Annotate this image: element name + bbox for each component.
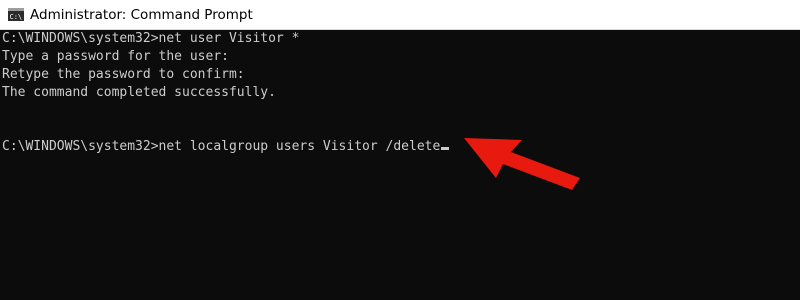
console-command-text: C:\WINDOWS\system32>net localgroup users… — [2, 139, 441, 154]
title-bar[interactable]: C:\ Administrator: Command Prompt — [0, 0, 800, 30]
text-cursor — [441, 147, 450, 150]
svg-text:C:\: C:\ — [10, 13, 23, 21]
console-line: The command completed successfully. — [2, 85, 276, 100]
cmd-icon: C:\ — [8, 8, 24, 21]
console-output[interactable]: C:\WINDOWS\system32>net user Visitor * T… — [0, 30, 800, 300]
console-command-line[interactable]: C:\WINDOWS\system32>net localgroup users… — [2, 138, 800, 156]
console-line: Type a password for the user: — [2, 49, 229, 64]
console-line: Retype the password to confirm: — [2, 67, 245, 82]
command-prompt-window: C:\ Administrator: Command Prompt C:\WIN… — [0, 0, 800, 300]
window-title: Administrator: Command Prompt — [30, 6, 253, 23]
console-line: C:\WINDOWS\system32>net user Visitor * — [2, 31, 300, 46]
